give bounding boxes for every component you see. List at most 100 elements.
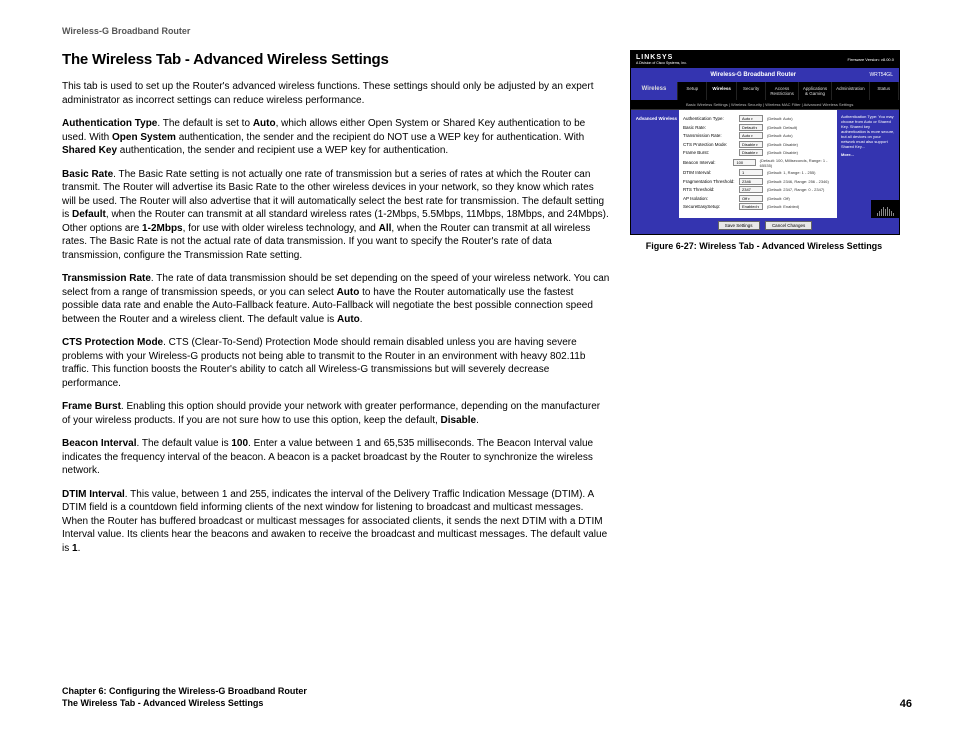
tab-wireless[interactable]: Wireless — [707, 82, 736, 100]
ss-help-panel: Authentication Type: You may choose from… — [837, 110, 899, 218]
page-title: The Wireless Tab - Advanced Wireless Set… — [62, 50, 610, 70]
field-label: Basic Rate: — [683, 125, 739, 130]
field-label: DTIM Interval: — [683, 170, 739, 175]
field-note: (Default: 100, Milliseconds, Range: 1 - … — [760, 158, 833, 168]
label: Basic Rate — [62, 169, 113, 180]
tab-admin[interactable]: Administration — [832, 82, 870, 100]
select-field[interactable]: Default ▾ — [739, 124, 763, 131]
tab-status[interactable]: Status — [870, 82, 899, 100]
page-number: 46 — [900, 698, 912, 710]
field-note: (Default: Disable) — [767, 150, 798, 155]
para-frame-burst: Frame Burst. Enabling this option should… — [62, 400, 610, 427]
form-row: DTIM Interval:1 (Default: 1, Range: 1 - 2… — [683, 169, 833, 176]
para-beacon-interval: Beacon Interval. The default value is 10… — [62, 437, 610, 478]
figure-caption: Figure 6-27: Wireless Tab - Advanced Wir… — [630, 241, 898, 251]
cancel-button[interactable]: Cancel Changes — [765, 221, 812, 230]
ss-button-bar: Save Settings Cancel Changes — [631, 218, 899, 234]
select-field[interactable]: Disable ▾ — [739, 141, 763, 148]
field-note: (Default: 2346, Range: 256 - 2346) — [767, 179, 829, 184]
form-row: Beacon Interval:100 (Default: 100, Millis… — [683, 158, 833, 168]
field-label: Transmission Rate: — [683, 133, 739, 138]
help-more-link[interactable]: More... — [841, 152, 895, 157]
ss-header: LINKSYS A Division of Cisco Systems, Inc… — [631, 51, 899, 68]
running-head: Wireless-G Broadband Router — [62, 26, 912, 36]
label: Transmission Rate — [62, 273, 151, 284]
intro-paragraph: This tab is used to set up the Router's … — [62, 80, 610, 107]
field-label: Beacon Interval: — [683, 160, 733, 165]
linksys-logo: LINKSYS — [636, 54, 687, 61]
field-note: (Default: Off) — [767, 196, 790, 201]
ss-form: Authentication Type:Auto ▾(Default: Auto… — [679, 110, 837, 218]
text-field[interactable]: 2346 — [739, 178, 763, 185]
para-dtim-interval: DTIM Interval. This value, between 1 and… — [62, 488, 610, 556]
field-note: (Default: Enabled) — [767, 204, 799, 209]
form-row: CTS Protection Mode:Disable ▾ (Default: D… — [683, 141, 833, 148]
page-footer: Chapter 6: Configuring the Wireless-G Br… — [62, 685, 912, 710]
para-basic-rate: Basic Rate. The Basic Rate setting is no… — [62, 168, 610, 263]
form-row: SecureEasySetup:Enabled ▾ (Default: Enabl… — [683, 203, 833, 210]
select-field[interactable]: Auto ▾ — [739, 132, 763, 139]
para-auth-type: Authentication Type. The default is set … — [62, 117, 610, 158]
field-label: RTS Threshold: — [683, 187, 739, 192]
product-name: Wireless-G Broadband Router — [710, 72, 796, 78]
text-field[interactable]: 1 — [739, 169, 763, 176]
label: Beacon Interval — [62, 438, 136, 449]
form-row: Transmission Rate:Auto ▾ (Default: Auto) — [683, 132, 833, 139]
field-label: Fragmentation Threshold: — [683, 179, 739, 184]
field-note: (Default: 2347, Range: 0 - 2347) — [767, 187, 824, 192]
para-cts-mode: CTS Protection Mode. CTS (Clear-To-Send)… — [62, 336, 610, 390]
form-row: RTS Threshold:2347 (Default: 2347, Range:… — [683, 186, 833, 193]
columns: The Wireless Tab - Advanced Wireless Set… — [62, 50, 912, 565]
tab-setup[interactable]: Setup — [678, 82, 707, 100]
footer-chapter: Chapter 6: Configuring the Wireless-G Br… — [62, 685, 307, 710]
ss-product-bar: Wireless-G Broadband Router WRT54GL — [631, 68, 899, 82]
page: Wireless-G Broadband Router The Wireless… — [0, 0, 954, 738]
field-note: (Default: 1, Range: 1 - 255) — [767, 170, 815, 175]
form-row: Frame Burst:Disable ▾ (Default: Disable) — [683, 149, 833, 156]
ss-body: Advanced Wireless Authentication Type:Au… — [631, 110, 899, 218]
field-note: (Default: Disable) — [767, 142, 798, 147]
field-label: CTS Protection Mode: — [683, 142, 739, 147]
label: DTIM Interval — [62, 489, 125, 500]
select-field[interactable]: Off ▾ — [739, 195, 763, 202]
side-column: LINKSYS A Division of Cisco Systems, Inc… — [630, 50, 912, 565]
footer-chapter-line: Chapter 6: Configuring the Wireless-G Br… — [62, 685, 307, 698]
field-note: (Default: Default) — [767, 125, 797, 130]
para-transmission-rate: Transmission Rate. The rate of data tran… — [62, 272, 610, 326]
ss-section-label: Advanced Wireless — [631, 110, 679, 218]
logo-block: LINKSYS A Division of Cisco Systems, Inc… — [636, 54, 687, 65]
form-row: Basic Rate:Default ▾ (Default: Default) — [683, 124, 833, 131]
form-row: Fragmentation Threshold:2346 (Default: 23… — [683, 178, 833, 185]
field-note: (Default: Auto) — [767, 116, 793, 121]
cisco-logo-icon — [871, 200, 899, 218]
field-label: Authentication Type: — [683, 116, 739, 121]
footer-section-line: The Wireless Tab - Advanced Wireless Set… — [62, 697, 307, 710]
save-button[interactable]: Save Settings — [718, 221, 760, 230]
field-label: AP Isolation: — [683, 196, 739, 201]
text-field[interactable]: 100 — [733, 159, 755, 166]
router-screenshot: LINKSYS A Division of Cisco Systems, Inc… — [630, 50, 900, 235]
label: Frame Burst — [62, 401, 121, 412]
tab-access[interactable]: Access Restrictions — [766, 82, 799, 100]
text-field[interactable]: 2347 — [739, 186, 763, 193]
sidebar-label: Wireless — [631, 82, 678, 100]
main-column: The Wireless Tab - Advanced Wireless Set… — [62, 50, 610, 565]
tab-apps[interactable]: Applications & Gaming — [799, 82, 832, 100]
select-field[interactable]: Enabled ▾ — [739, 203, 763, 210]
label: CTS Protection Mode — [62, 337, 163, 348]
field-label: SecureEasySetup: — [683, 204, 739, 209]
form-row: AP Isolation:Off ▾ (Default: Off) — [683, 195, 833, 202]
form-row: Authentication Type:Auto ▾ (Default: Auto… — [683, 115, 833, 122]
logo-subtitle: A Division of Cisco Systems, Inc. — [636, 61, 687, 65]
field-note: (Default: Auto) — [767, 133, 793, 138]
model-number: WRT54GL — [869, 72, 893, 78]
tab-security[interactable]: Security — [737, 82, 766, 100]
field-label: Frame Burst: — [683, 150, 739, 155]
ss-nav-tabs: Wireless Setup Wireless Security Access … — [631, 82, 899, 100]
ss-subtabs[interactable]: Basic Wireless Settings | Wireless Secur… — [631, 100, 899, 110]
firmware-version: Firmware Version: v8.00.0 — [848, 57, 894, 62]
help-text: Authentication Type: You may choose from… — [841, 114, 895, 149]
select-field[interactable]: Auto ▾ — [739, 115, 763, 122]
label: Authentication Type — [62, 118, 157, 129]
select-field[interactable]: Disable ▾ — [739, 149, 763, 156]
